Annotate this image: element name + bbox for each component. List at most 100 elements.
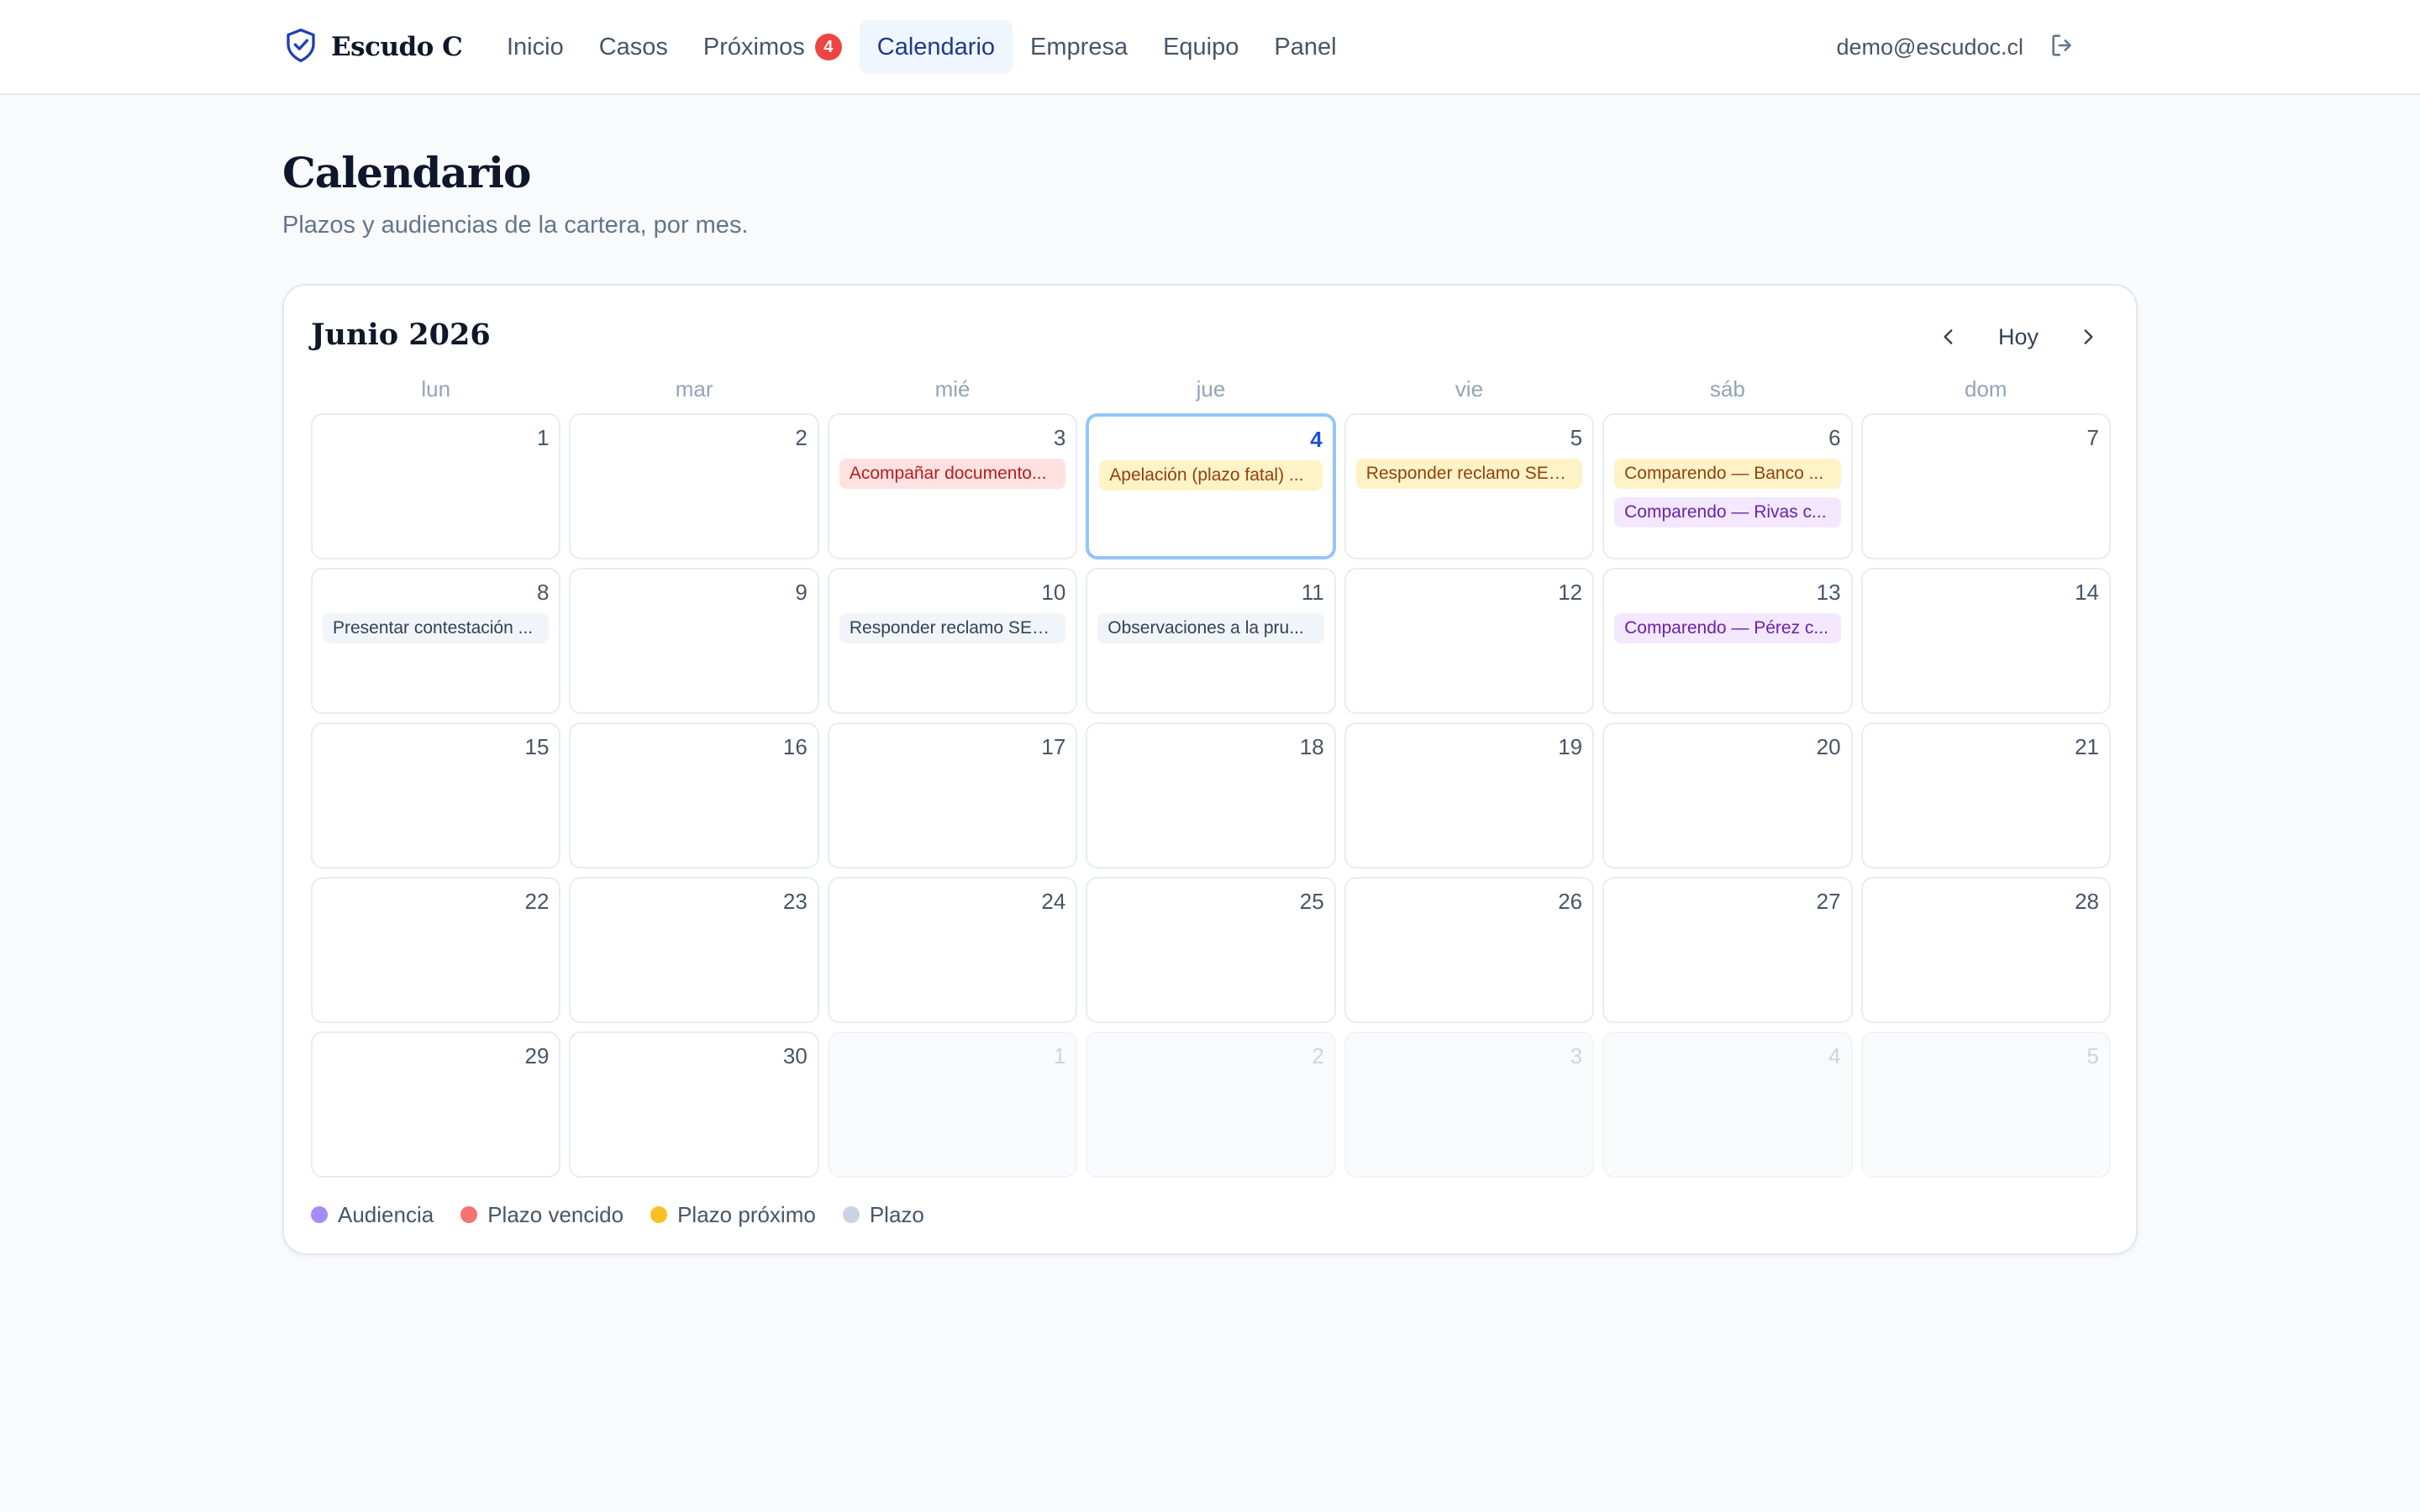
calendar-day-today[interactable]: 4 Apelación (plazo fatal) ... — [1086, 413, 1336, 559]
day-number: 13 — [1816, 580, 1841, 605]
nav-item-equipo[interactable]: Equipo — [1145, 20, 1256, 74]
calendar-day[interactable]: 15 — [311, 722, 561, 869]
day-number: 11 — [1301, 580, 1324, 605]
nav-item-proximos[interactable]: Próximos 4 — [686, 20, 860, 74]
calendar-day[interactable]: 9 — [569, 568, 819, 714]
day-number: 7 — [2086, 425, 2099, 450]
day-number: 22 — [524, 889, 550, 914]
weekday-label: dom — [1964, 376, 2007, 402]
nav-item-label: Empresa — [1030, 33, 1128, 60]
chevron-right-icon[interactable] — [2067, 316, 2109, 358]
calendar-day[interactable]: 12 — [1344, 568, 1595, 714]
nav-item-label: Equipo — [1163, 33, 1239, 60]
calendar-day[interactable]: 19 — [1344, 722, 1595, 869]
calendar-day[interactable]: 11 Observaciones a la pru... — [1086, 568, 1336, 714]
weekday-label: mié — [934, 376, 971, 402]
calendar-day[interactable]: 27 — [1602, 877, 1853, 1023]
day-events: Acompañar documento... — [839, 459, 1066, 489]
brand-name: Escudo C — [331, 32, 463, 62]
legend-dot — [842, 1206, 860, 1223]
event-chip[interactable]: Responder reclamo SER... — [1355, 459, 1583, 489]
calendar-day[interactable]: 25 — [1086, 877, 1336, 1023]
day-number: 6 — [1828, 425, 1841, 450]
event-chip[interactable]: Comparendo — Pérez c... — [1614, 613, 1841, 643]
calendar-day[interactable]: 2 — [569, 413, 819, 559]
legend-item: Audiencia — [311, 1202, 434, 1228]
calendar-day[interactable]: 23 — [569, 877, 819, 1023]
calendar-day[interactable]: 20 — [1602, 722, 1853, 869]
nav-item-label: Inicio — [507, 33, 564, 60]
day-number: 2 — [795, 425, 808, 450]
calendar-day[interactable]: 24 — [827, 877, 1078, 1023]
logout-icon[interactable] — [2049, 31, 2077, 64]
calendar-day[interactable]: 10 Responder reclamo SER... — [827, 568, 1078, 714]
weekday-label: jue — [1196, 376, 1226, 402]
day-number: 4 — [1310, 427, 1323, 452]
calendar-day[interactable]: 30 — [569, 1032, 819, 1178]
legend-dot — [650, 1206, 668, 1223]
day-events: Comparendo — Pérez c... — [1614, 613, 1841, 643]
calendar-day[interactable]: 1 — [311, 413, 561, 559]
day-number: 24 — [1041, 889, 1066, 914]
nav-item-label: Calendario — [876, 33, 996, 60]
day-number: 1 — [536, 425, 550, 450]
calendar-day[interactable]: 3 — [1344, 1032, 1595, 1178]
calendar-day[interactable]: 17 — [827, 722, 1078, 869]
legend-item: Plazo — [842, 1201, 924, 1228]
chevron-left-icon[interactable] — [1928, 316, 1970, 358]
day-events: Observaciones a la pru... — [1097, 613, 1324, 643]
nav-item-label: Panel — [1274, 33, 1337, 60]
event-chip[interactable]: Observaciones a la pru... — [1097, 613, 1324, 643]
calendar-day[interactable]: 3 Acompañar documento... — [827, 413, 1078, 559]
legend-label: Plazo vencido — [487, 1201, 624, 1227]
calendar-day[interactable]: 28 — [1860, 877, 2111, 1023]
nav-item-calendario[interactable]: Calendario — [859, 20, 1013, 74]
calendar-day[interactable]: 21 — [1860, 722, 2111, 869]
legend-label: Plazo — [869, 1201, 924, 1227]
day-number: 9 — [795, 580, 808, 605]
calendar-day[interactable]: 29 — [311, 1032, 561, 1178]
calendar-day[interactable]: 8 Presentar contestación ... — [311, 568, 561, 714]
day-number: 4 — [1828, 1043, 1841, 1068]
event-chip[interactable]: Apelación (plazo fatal) ... — [1099, 460, 1323, 491]
brand-logo[interactable]: Escudo C — [284, 24, 463, 71]
nav-item-panel[interactable]: Panel — [1256, 20, 1354, 74]
legend-dot — [460, 1206, 478, 1223]
nav-item-label: Próximos — [702, 33, 805, 60]
calendar-day[interactable]: 1 — [827, 1032, 1078, 1178]
event-chip[interactable]: Comparendo — Banco ... — [1614, 459, 1841, 489]
calendar-day[interactable]: 2 — [1086, 1032, 1336, 1178]
weekday-label: mar — [675, 376, 713, 402]
nav-item-casos[interactable]: Casos — [581, 20, 686, 74]
event-chip[interactable]: Presentar contestación ... — [323, 613, 550, 643]
nav-item-label: Casos — [598, 33, 668, 60]
calendar-day[interactable]: 5 — [1860, 1032, 2111, 1178]
day-number: 5 — [2086, 1043, 2099, 1068]
month-title: Junio 2026 — [311, 318, 491, 352]
calendar-day[interactable]: 26 — [1344, 877, 1595, 1023]
event-chip[interactable]: Acompañar documento... — [839, 459, 1066, 489]
calendar-day[interactable]: 7 — [1860, 413, 2111, 559]
day-number: 3 — [1570, 1043, 1583, 1068]
day-number: 5 — [1570, 425, 1583, 450]
calendar-day[interactable]: 14 — [1860, 568, 2111, 714]
calendar-day[interactable]: 13 Comparendo — Pérez c... — [1602, 568, 1853, 714]
calendar-day[interactable]: 16 — [569, 722, 819, 869]
day-number: 26 — [1558, 889, 1583, 914]
calendar-day[interactable]: 18 — [1086, 722, 1336, 869]
day-number: 21 — [2075, 734, 2099, 759]
nav-item-inicio[interactable]: Inicio — [489, 20, 581, 74]
weekday-label: sáb — [1709, 376, 1745, 402]
event-chip[interactable]: Responder reclamo SER... — [839, 613, 1066, 643]
day-number: 2 — [1312, 1043, 1324, 1068]
today-button[interactable]: Hoy — [1985, 316, 2052, 358]
calendar-day[interactable]: 22 — [311, 877, 561, 1023]
day-events: Comparendo — Banco ... Comparendo — Rivas… — [1614, 459, 1841, 528]
calendar-day[interactable]: 5 Responder reclamo SER... — [1344, 413, 1595, 559]
day-events: Presentar contestación ... — [323, 613, 550, 643]
day-number: 28 — [2075, 889, 2099, 914]
calendar-day[interactable]: 4 — [1602, 1032, 1853, 1178]
calendar-day[interactable]: 6 Comparendo — Banco ... Comparendo — Riva… — [1602, 413, 1853, 559]
event-chip[interactable]: Comparendo — Rivas c... — [1614, 497, 1841, 528]
nav-item-empresa[interactable]: Empresa — [1013, 20, 1145, 74]
